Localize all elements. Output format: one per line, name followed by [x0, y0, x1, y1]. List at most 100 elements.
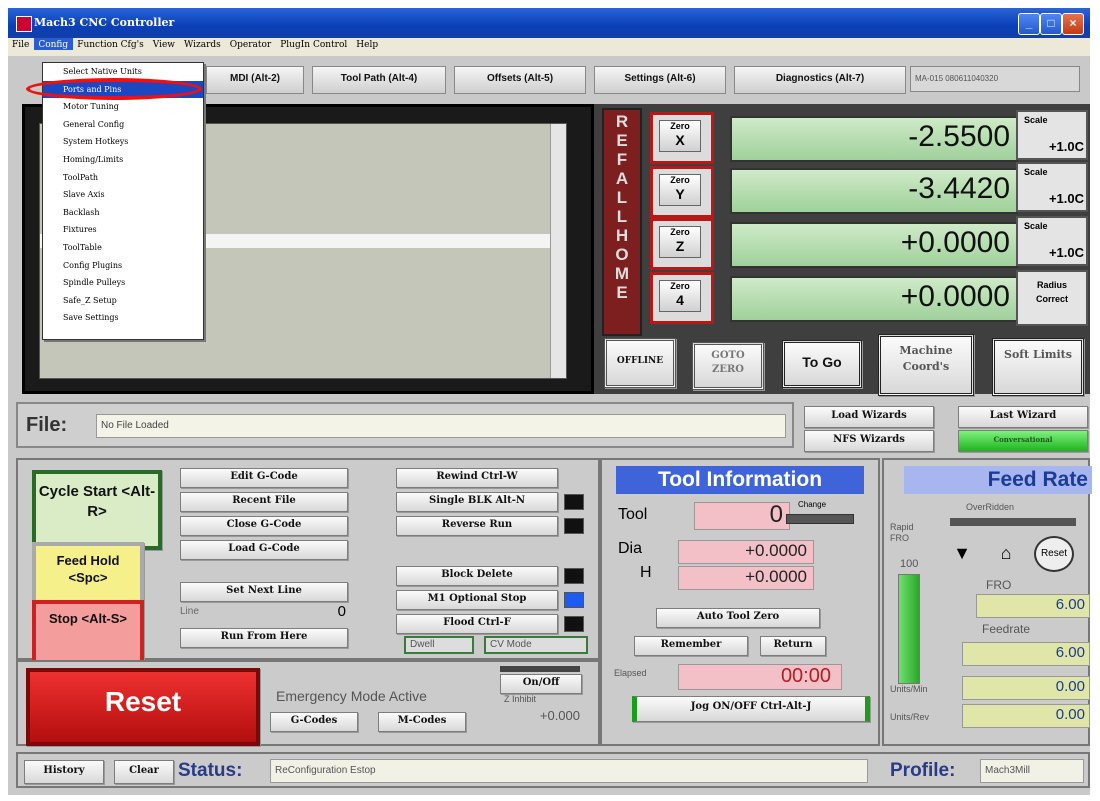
zero-y-button[interactable]: Zero Y: [650, 166, 714, 218]
tool-height[interactable]: +0.0000: [678, 566, 814, 590]
feed-down-button[interactable]: ▼: [950, 544, 974, 564]
tool-change-button[interactable]: [786, 514, 854, 524]
single-block-button[interactable]: Single BLK Alt-N: [396, 492, 558, 512]
load-gcode-button[interactable]: Load G-Code: [180, 540, 348, 560]
offline-button[interactable]: OFFLINE: [604, 338, 676, 388]
line-value: 0: [337, 603, 346, 620]
tool-diameter[interactable]: +0.0000: [678, 540, 814, 564]
set-next-line-button[interactable]: Set Next Line: [180, 582, 348, 602]
menu-item-save-settings[interactable]: Save Settings: [43, 309, 203, 327]
menu-plugin-control[interactable]: PlugIn Control: [276, 38, 352, 50]
rewind-button[interactable]: Rewind Ctrl-W: [396, 468, 558, 488]
elapsed-time: 00:00: [678, 664, 842, 690]
radius-correct-button[interactable]: Radius Correct: [1016, 270, 1088, 326]
last-wizard-button[interactable]: Last Wizard: [958, 406, 1088, 428]
ref-letter: L: [616, 188, 628, 207]
history-button[interactable]: History: [24, 760, 104, 784]
minimize-button[interactable]: _: [1018, 13, 1040, 35]
menu-item-system-hotkeys[interactable]: System Hotkeys: [43, 133, 203, 151]
reverse-run-button[interactable]: Reverse Run: [396, 516, 558, 536]
to-go-button[interactable]: To Go: [782, 340, 862, 388]
menu-item-toolpath[interactable]: ToolPath: [43, 169, 203, 187]
run-from-here-button[interactable]: Run From Here: [180, 628, 348, 648]
recent-file-button[interactable]: Recent File: [180, 492, 348, 512]
highlight-circle-annotation: [26, 78, 202, 100]
menu-function-cfgs[interactable]: Function Cfg's: [73, 38, 149, 50]
machine-coords-button[interactable]: Machine Coord's: [878, 334, 974, 396]
menu-item-slave-axis[interactable]: Slave Axis: [43, 186, 203, 204]
cycle-start-button[interactable]: Cycle Start <Alt-R>: [32, 470, 162, 550]
conversational-button[interactable]: Conversational: [958, 430, 1088, 452]
status-bar: History Clear Status: ReConfiguration Es…: [16, 752, 1090, 788]
tool-label: Tool: [618, 506, 648, 523]
tab-offsets[interactable]: Offsets (Alt-5): [454, 66, 586, 94]
feed-hold-button[interactable]: Feed Hold <Spc>: [32, 542, 144, 606]
ref-letter: L: [616, 207, 628, 226]
menu-item-fixtures[interactable]: Fixtures: [43, 221, 203, 239]
file-name-field: No File Loaded: [96, 414, 786, 438]
dro-x[interactable]: -2.5500: [730, 116, 1018, 162]
remember-button[interactable]: Remember: [634, 636, 748, 656]
tab-mdi[interactable]: MDI (Alt-2): [206, 66, 304, 94]
load-wizards-button[interactable]: Load Wizards: [804, 406, 934, 428]
fro-reset-button[interactable]: Reset: [1034, 536, 1074, 572]
maximize-button[interactable]: □: [1040, 13, 1062, 35]
menu-file[interactable]: File: [8, 38, 34, 50]
scale-y[interactable]: Scale +1.0C: [1016, 162, 1088, 212]
reset-button[interactable]: Reset: [26, 668, 260, 746]
tab-toolpath[interactable]: Tool Path (Alt-4): [312, 66, 446, 94]
ref-all-home-button[interactable]: REFALLHOME: [602, 108, 642, 336]
flood-button[interactable]: Flood Ctrl-F: [396, 614, 558, 634]
tab-diagnostics[interactable]: Diagnostics (Alt-7): [734, 66, 906, 94]
scale-z[interactable]: Scale +1.0C: [1016, 216, 1088, 266]
tab-settings[interactable]: Settings (Alt-6): [594, 66, 726, 94]
fro-slider[interactable]: [898, 574, 920, 684]
zero-label: Zero: [670, 281, 690, 291]
g-codes-button[interactable]: G-Codes: [270, 712, 358, 732]
close-button[interactable]: ×: [1062, 13, 1084, 35]
zero-z-button[interactable]: Zero Z: [650, 218, 714, 270]
m-codes-button[interactable]: M-Codes: [378, 712, 466, 732]
gcode-scrollbar[interactable]: [550, 124, 566, 378]
return-button[interactable]: Return: [760, 636, 826, 656]
close-gcode-button[interactable]: Close G-Code: [180, 516, 348, 536]
menu-item-backlash[interactable]: Backlash: [43, 204, 203, 222]
clear-button[interactable]: Clear: [114, 760, 174, 784]
auto-tool-zero-button[interactable]: Auto Tool Zero: [656, 608, 820, 628]
scale-x[interactable]: Scale +1.0C: [1016, 110, 1088, 160]
dro-4[interactable]: +0.0000: [730, 276, 1018, 322]
menu-config[interactable]: Config: [34, 38, 74, 50]
menu-item-motor-tuning[interactable]: Motor Tuning: [43, 98, 203, 116]
menu-help[interactable]: Help: [352, 38, 383, 50]
zero-x-button[interactable]: Zero X: [650, 112, 714, 164]
menu-item-spindle-pulleys[interactable]: Spindle Pulleys: [43, 274, 203, 292]
menu-item-config-plugins[interactable]: Config Plugins: [43, 257, 203, 275]
fro-value[interactable]: 6.00: [976, 594, 1090, 618]
menu-item-homing-limits[interactable]: Homing/Limits: [43, 151, 203, 169]
feed-up-button[interactable]: ⌂: [994, 544, 1018, 564]
jog-toggle-button[interactable]: Jog ON/OFF Ctrl-Alt-J: [632, 696, 870, 722]
correct-label: Correct: [1035, 294, 1068, 304]
goto-zero-button[interactable]: GOTO ZERO: [692, 342, 764, 390]
edit-gcode-button[interactable]: Edit G-Code: [180, 468, 348, 488]
menu-item-general-config[interactable]: General Config: [43, 116, 203, 134]
z-inhibit-onoff-button[interactable]: On/Off: [500, 674, 582, 694]
m1-optional-stop-button[interactable]: M1 Optional Stop: [396, 590, 558, 610]
menu-operator[interactable]: Operator: [226, 38, 276, 50]
dro-z[interactable]: +0.0000: [730, 222, 1018, 268]
menu-item-tooltable[interactable]: ToolTable: [43, 239, 203, 257]
feedrate-value[interactable]: 6.00: [962, 642, 1090, 666]
dro-y[interactable]: -3.4420: [730, 168, 1018, 214]
tool-number[interactable]: 0: [694, 502, 790, 530]
units-rev-label: Units/Rev: [890, 712, 930, 722]
nfs-wizards-button[interactable]: NFS Wizards: [804, 430, 934, 452]
block-delete-button[interactable]: Block Delete: [396, 566, 558, 586]
menu-wizards[interactable]: Wizards: [180, 38, 226, 50]
zero-4-button[interactable]: Zero 4: [650, 272, 714, 324]
menu-view[interactable]: View: [149, 38, 180, 50]
units-min-label: Units/Min: [890, 684, 928, 694]
menu-item-safe-z-setup[interactable]: Safe_Z Setup: [43, 292, 203, 310]
stop-button[interactable]: Stop <Alt-S>: [32, 600, 144, 666]
soft-limits-button[interactable]: Soft Limits: [992, 338, 1084, 396]
ref-letter: E: [616, 131, 628, 150]
